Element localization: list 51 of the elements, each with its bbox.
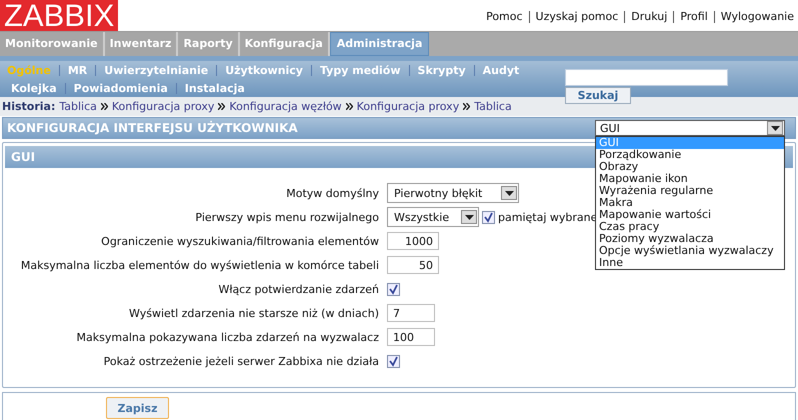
field-label: Maksymalna liczba elementów do wyświetlenia w komórce tabeli bbox=[20, 258, 379, 272]
dropdown-option[interactable]: Poziomy wyzwalacza bbox=[596, 233, 784, 245]
field-label: Ograniczenie wyszukiwania/filtrowania elementów bbox=[100, 234, 379, 248]
header-link[interactable]: Profil bbox=[680, 10, 708, 23]
field-label: Motyw domyślny bbox=[285, 186, 379, 200]
header-link[interactable]: Pomoc bbox=[486, 10, 523, 23]
dropdown-option[interactable]: Porządkowanie bbox=[596, 149, 784, 161]
header-link[interactable]: Drukuj bbox=[631, 10, 668, 23]
select-field[interactable]: Pierwotny błękit bbox=[387, 183, 519, 203]
double-chevron-icon bbox=[463, 103, 470, 110]
history-link[interactable]: Konfiguracja proxy bbox=[112, 100, 214, 113]
history-link[interactable]: Konfiguracja proxy bbox=[356, 100, 460, 113]
dropdown-option[interactable]: Makra bbox=[596, 197, 784, 209]
input-field[interactable]: 7 bbox=[387, 304, 435, 322]
input-field[interactable]: 100 bbox=[387, 328, 435, 346]
section-title: KONFIGURACJA INTERFEJSU UŻYTKOWNIKA bbox=[7, 121, 298, 135]
dropdown-option[interactable]: Wyrażenia regularne bbox=[596, 185, 784, 197]
logo: ZABBIX bbox=[0, 0, 118, 31]
header-link[interactable]: Uzyskaj pomoc bbox=[536, 10, 618, 23]
checkbox[interactable] bbox=[387, 282, 400, 296]
search-field[interactable] bbox=[565, 69, 728, 86]
field-label: Pierwszy wpis menu rozwijalnego bbox=[194, 210, 379, 224]
dropdown-option[interactable]: Czas pracy bbox=[596, 221, 784, 233]
dropdown-option[interactable]: Mapowanie wartości bbox=[596, 209, 784, 221]
input-field[interactable]: 1000 bbox=[387, 232, 439, 250]
save-button[interactable]: Zapisz bbox=[106, 397, 169, 419]
select-value: Pierwotny błękit bbox=[394, 186, 482, 200]
history-link[interactable]: Tablica bbox=[474, 100, 512, 113]
dropdown-option[interactable]: Mapowanie ikon bbox=[596, 173, 784, 185]
section-select[interactable]: GUI bbox=[595, 120, 785, 136]
field-label: Maksymalna pokazywana liczba zdarzeń na wyzwalacz bbox=[76, 330, 379, 344]
double-chevron-icon bbox=[100, 103, 108, 110]
dropdown-option[interactable]: Inne bbox=[596, 257, 784, 269]
select-field[interactable]: Wszystkie bbox=[387, 207, 479, 227]
double-chevron-icon bbox=[346, 103, 353, 110]
history-link[interactable]: Tablica bbox=[59, 100, 97, 113]
dropdown-option[interactable]: Opcje wyświetlania wyzwalaczy bbox=[596, 245, 784, 257]
history-link[interactable]: Konfiguracja węzłów bbox=[229, 100, 342, 113]
select-value: Wszystkie bbox=[394, 210, 450, 224]
checkbox[interactable] bbox=[482, 210, 495, 224]
select-value: GUI bbox=[600, 122, 620, 134]
double-chevron-icon bbox=[218, 103, 226, 110]
history-label: Historia: bbox=[2, 100, 56, 113]
field-label: Pokaż ostrzeżenie jeżeli serwer Zabbixa nie działa bbox=[102, 354, 379, 368]
search-button[interactable]: Szukaj bbox=[565, 87, 631, 104]
input-field[interactable]: 50 bbox=[387, 256, 439, 274]
field-label: Włącz potwierdzanie zdarzeń bbox=[217, 282, 379, 296]
checkbox-label: pamiętaj wybrane bbox=[498, 210, 598, 224]
header-link[interactable]: Wylogowanie bbox=[720, 10, 794, 23]
field-label: Wyświetl zdarzenia nie starsze niż (w dniach) bbox=[128, 306, 379, 320]
checkbox[interactable] bbox=[387, 354, 400, 368]
